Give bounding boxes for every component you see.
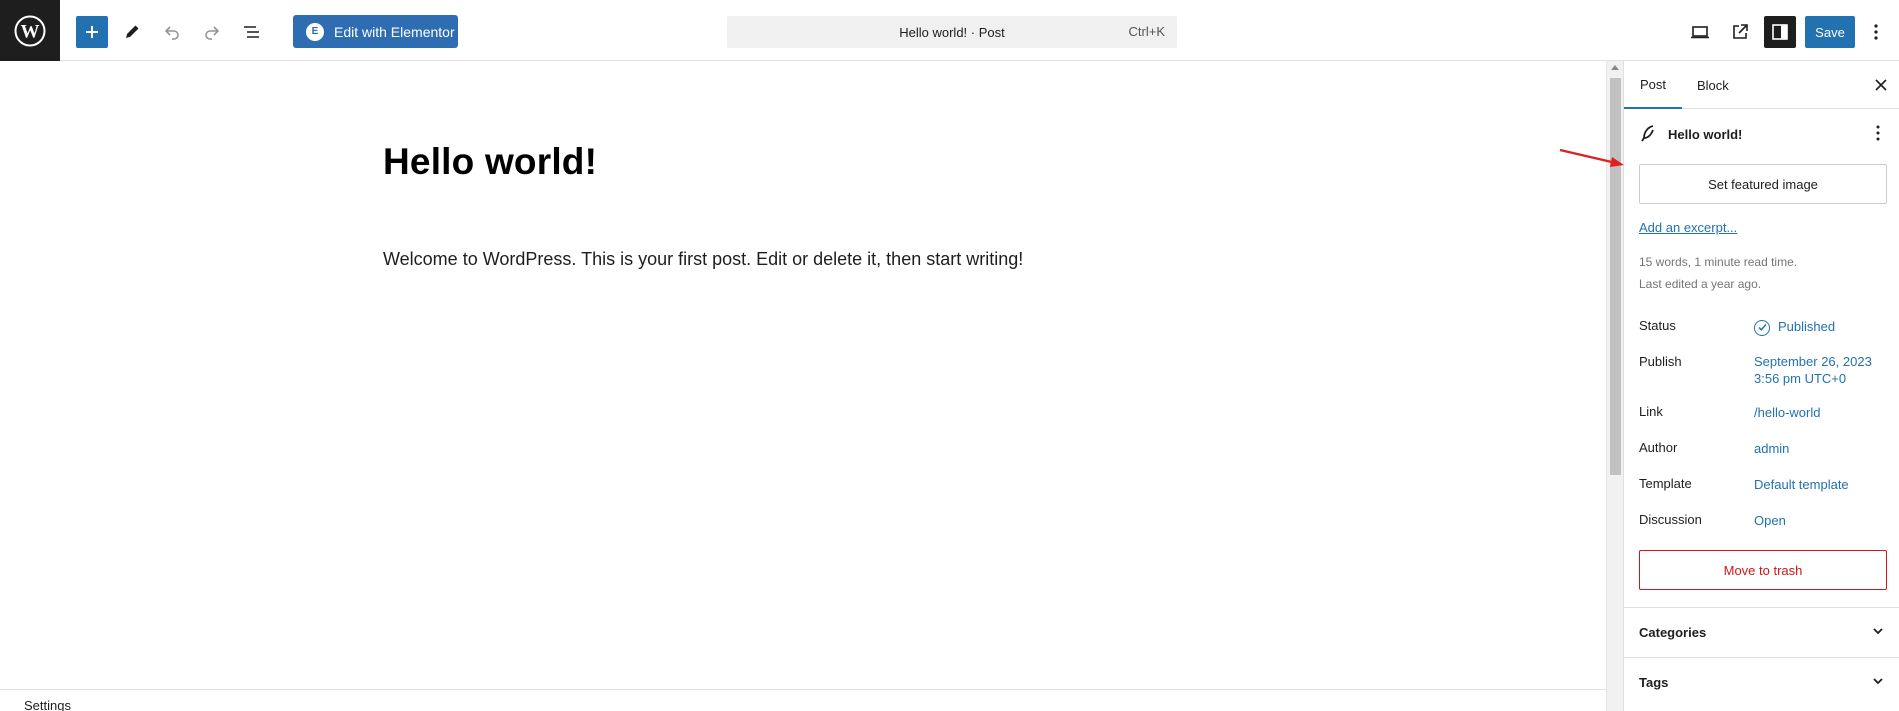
scroll-up-arrow-icon[interactable]: [1611, 65, 1619, 70]
last-edited-text: Last edited a year ago.: [1639, 277, 1762, 291]
publish-date-value[interactable]: September 26, 2023 3:56 pm UTC+0: [1754, 353, 1872, 387]
external-link-icon: [1733, 24, 1748, 39]
elementor-icon: E: [306, 22, 324, 41]
tags-panel[interactable]: Tags: [1624, 657, 1899, 707]
move-to-trash-button[interactable]: Move to trash: [1639, 550, 1887, 590]
pencil-icon: [126, 25, 139, 38]
chevron-down-icon: [1873, 678, 1883, 685]
link-label: Link: [1639, 404, 1663, 419]
categories-panel-title: Categories: [1639, 625, 1707, 640]
categories-panel[interactable]: Categories: [1624, 607, 1899, 657]
add-excerpt-link[interactable]: Add an excerpt...: [1639, 220, 1737, 235]
desktop-preview-icon: [1691, 26, 1709, 39]
close-icon: [1875, 79, 1887, 91]
editor-canvas: Hello world! Welcome to WordPress. This …: [0, 61, 1606, 711]
chevron-down-icon: [1873, 628, 1883, 635]
post-summary-title: Hello world!: [1668, 126, 1743, 142]
svg-text:W: W: [21, 21, 40, 42]
add-block-button[interactable]: [76, 16, 108, 48]
settings-sidebar: Post Block Hello world! Set featured ima…: [1623, 61, 1899, 711]
preview-button[interactable]: [1684, 16, 1716, 48]
sidebar-toggle-icon: [1772, 24, 1788, 40]
settings-sidebar-toggle[interactable]: [1764, 16, 1796, 48]
wordpress-logo-icon[interactable]: W: [0, 0, 60, 61]
annotation-arrow-icon: [1559, 148, 1624, 167]
discussion-value[interactable]: Open: [1754, 512, 1786, 529]
status-value-label: Published: [1778, 319, 1836, 334]
plus-icon: [86, 26, 98, 38]
redo-button[interactable]: [196, 16, 228, 48]
command-palette-bar[interactable]: Hello world! · Post Ctrl+K: [727, 16, 1177, 48]
bottom-panel: Settings: [0, 689, 1606, 711]
redo-icon: [205, 26, 220, 40]
edit-with-elementor-label: Edit with Elementor: [334, 23, 455, 40]
list-view-icon: [244, 26, 259, 38]
template-value[interactable]: Default template: [1754, 476, 1849, 493]
publish-label: Publish: [1639, 354, 1682, 369]
author-label: Author: [1639, 440, 1678, 455]
post-summary-header: Hello world!: [1640, 125, 1742, 143]
post-paragraph[interactable]: Welcome to WordPress. This is your first…: [383, 249, 1023, 270]
options-button[interactable]: [1864, 16, 1888, 48]
tags-panel-title: Tags: [1639, 675, 1669, 690]
view-post-button[interactable]: [1724, 16, 1756, 48]
status-label: Status: [1639, 318, 1676, 333]
publish-time: 3:56 pm UTC+0: [1754, 371, 1847, 386]
more-vertical-icon: [1874, 24, 1878, 40]
undo-button[interactable]: [156, 16, 188, 48]
post-actions-button[interactable]: [1868, 123, 1888, 143]
post-title[interactable]: Hello world!: [383, 141, 597, 183]
more-vertical-icon: [1876, 125, 1880, 141]
sidebar-tabs: Post Block: [1624, 61, 1899, 109]
close-sidebar-button[interactable]: [1871, 75, 1891, 95]
set-featured-image-button[interactable]: Set featured image: [1639, 164, 1887, 204]
editor-toolbar: W E Edit with Elementor Hello world! · P…: [0, 0, 1899, 61]
permalink-value[interactable]: /hello-world: [1754, 404, 1820, 421]
tab-block[interactable]: Block: [1681, 61, 1745, 109]
bottom-panel-label[interactable]: Settings: [24, 698, 71, 711]
status-value[interactable]: Published: [1754, 318, 1835, 336]
publish-date: September 26, 2023: [1754, 354, 1872, 369]
feather-icon: [1641, 125, 1654, 142]
undo-icon: [164, 26, 179, 40]
tab-post[interactable]: Post: [1624, 61, 1683, 109]
template-label: Template: [1639, 476, 1692, 491]
edit-with-elementor-button[interactable]: E Edit with Elementor: [293, 15, 458, 48]
check-circle-icon: [1754, 319, 1770, 336]
discussion-label: Discussion: [1639, 512, 1702, 527]
author-value[interactable]: admin: [1754, 440, 1789, 457]
list-view-button[interactable]: [236, 16, 268, 48]
command-bar-title: Hello world! · Post: [899, 24, 1005, 40]
command-shortcut: Ctrl+K: [1128, 24, 1165, 39]
scrollbar-thumb[interactable]: [1610, 78, 1621, 475]
word-count-text: 15 words, 1 minute read time.: [1639, 255, 1798, 269]
save-button[interactable]: Save: [1805, 16, 1855, 48]
tools-button[interactable]: [116, 16, 148, 48]
